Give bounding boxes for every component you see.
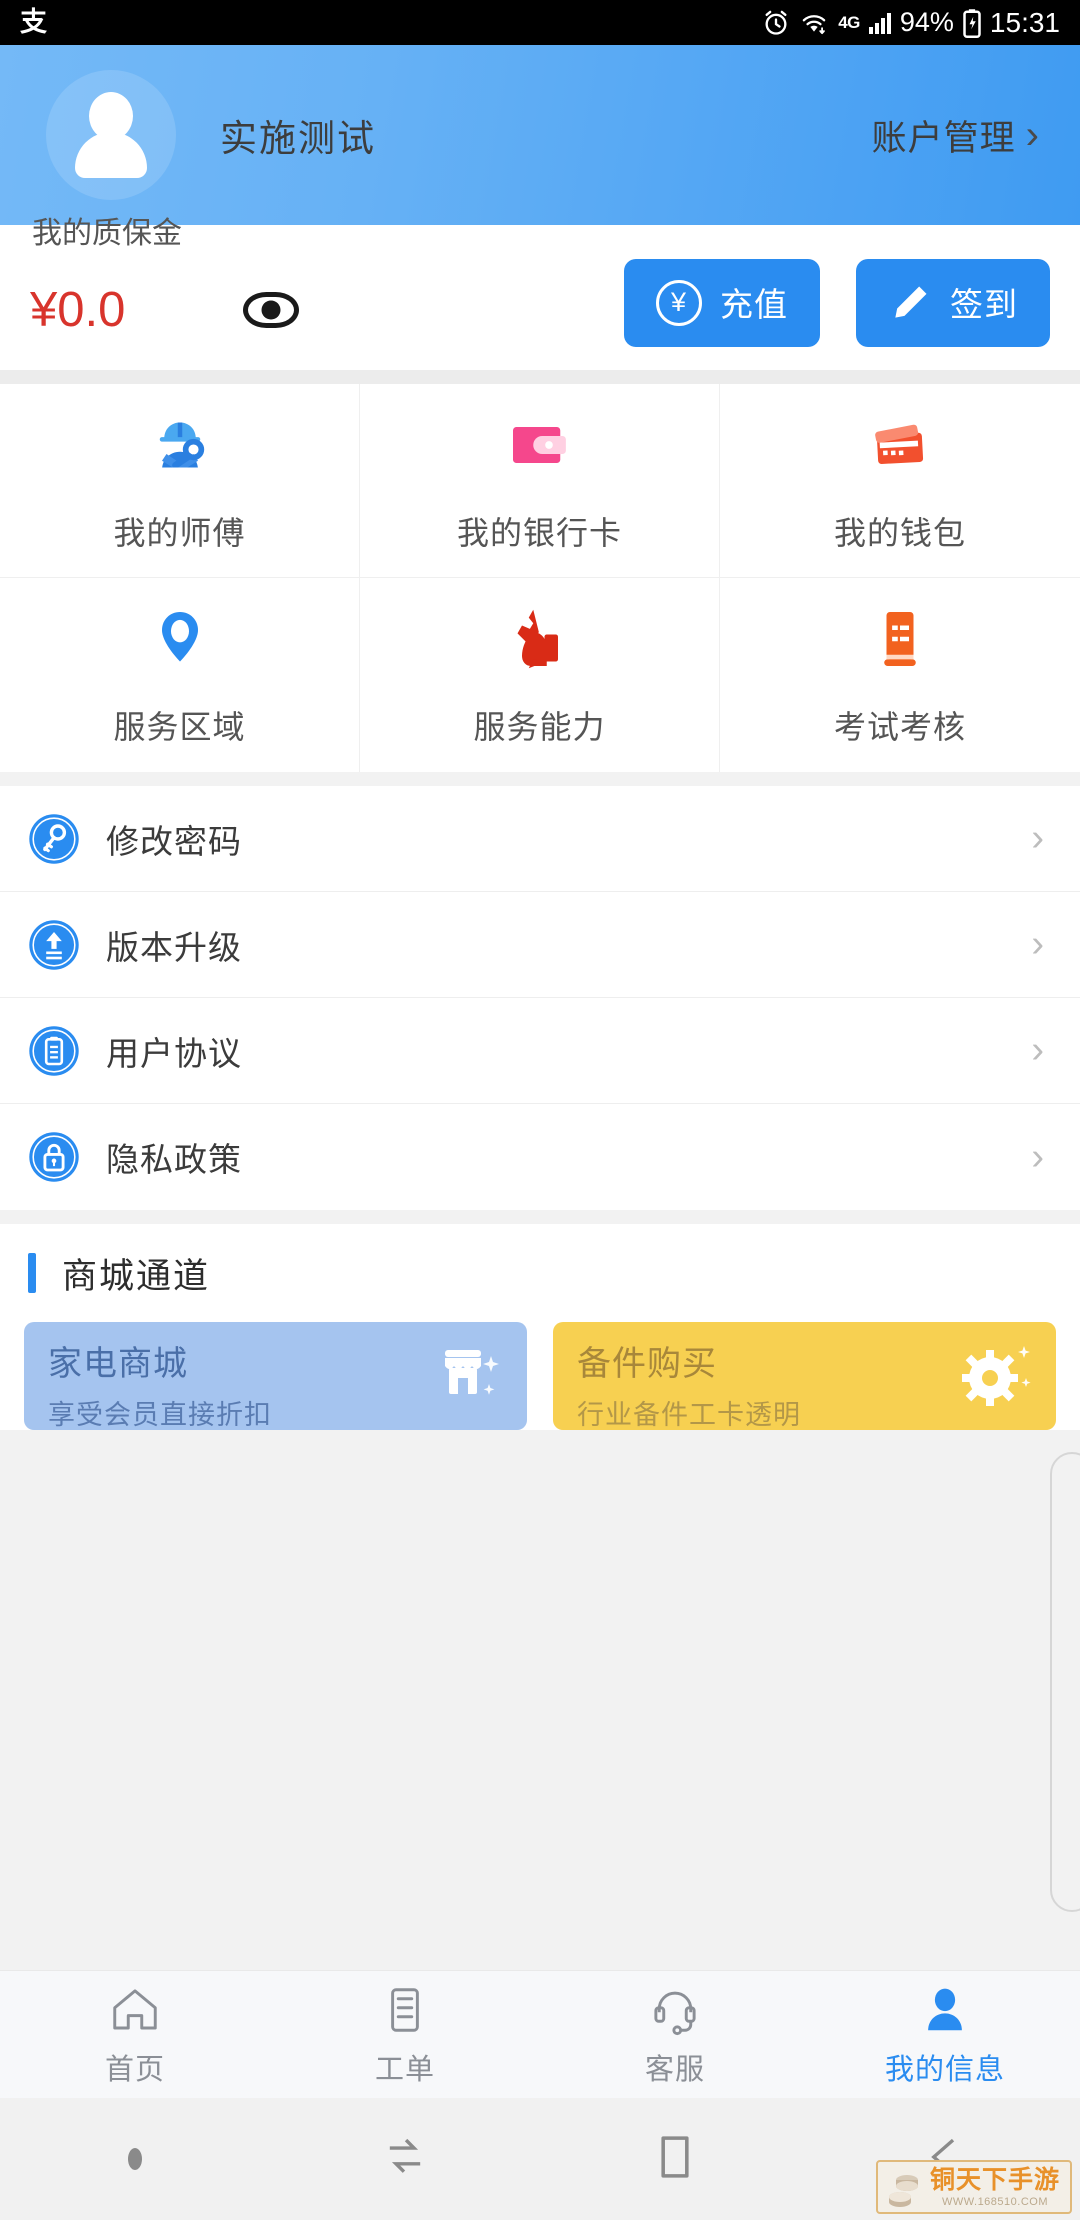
avatar[interactable] bbox=[46, 70, 176, 200]
home-square-icon bbox=[649, 2131, 701, 2188]
grid-item-service-area[interactable]: 服务区域 bbox=[0, 578, 360, 772]
home-icon bbox=[108, 1982, 162, 2038]
android-navigation-bar: 铜天下手游 WWW.168510.COM bbox=[0, 2098, 1080, 2220]
person-icon bbox=[918, 1982, 972, 2038]
tab-home[interactable]: 首页 bbox=[0, 1982, 270, 2088]
tab-my-info[interactable]: 我的信息 bbox=[810, 1982, 1080, 2088]
grid-item-label: 服务区域 bbox=[113, 709, 246, 745]
mall-header: 商城通道 bbox=[0, 1224, 1080, 1322]
sign-in-button[interactable]: 签到 bbox=[856, 258, 1050, 347]
tab-label: 客服 bbox=[644, 2053, 705, 2086]
mall-title: 商城通道 bbox=[62, 1256, 211, 1296]
chevron-right-icon: › bbox=[1031, 1029, 1044, 1071]
list-item-label: 隐私政策 bbox=[106, 1141, 242, 1178]
chevron-right-icon: › bbox=[1025, 112, 1040, 157]
wallet-icon bbox=[504, 408, 576, 482]
upload-circle-icon bbox=[28, 919, 80, 971]
tab-label: 我的信息 bbox=[884, 2053, 1005, 2086]
document-circle-icon bbox=[28, 1025, 80, 1077]
grid-item-label: 我的钱包 bbox=[833, 514, 966, 551]
section-accent-bar bbox=[28, 1253, 36, 1293]
grid-item-label: 我的银行卡 bbox=[456, 514, 622, 551]
grid-item-my-bank-card[interactable]: 我的银行卡 bbox=[360, 384, 720, 578]
tab-label: 工单 bbox=[374, 2053, 435, 2086]
grid-item-service-ability[interactable]: 服务能力 bbox=[360, 578, 720, 772]
yuan-circle-icon: ¥ bbox=[656, 279, 702, 326]
mall-card-appliance-store[interactable]: 家电商城 享受会员直接折扣 bbox=[24, 1322, 527, 1430]
recharge-label: 充值 bbox=[720, 285, 788, 323]
wrench-hand-icon bbox=[504, 602, 576, 676]
grid-item-my-master[interactable]: 我的师傅 bbox=[0, 384, 360, 578]
avatar-person-icon bbox=[72, 92, 150, 178]
battery-percent-label: 94% bbox=[899, 7, 954, 37]
grid-item-my-wallet[interactable]: 我的钱包 bbox=[720, 384, 1080, 578]
account-management-link[interactable]: 账户管理 › bbox=[872, 110, 1046, 161]
grid-item-label: 服务能力 bbox=[473, 709, 606, 745]
status-bar: 支 4G 94% 15:31 bbox=[0, 0, 1080, 45]
grid-item-label: 我的师傅 bbox=[113, 514, 246, 551]
tab-customer-service[interactable]: 客服 bbox=[540, 1982, 810, 2088]
sign-in-label: 签到 bbox=[950, 285, 1018, 323]
scroll-document-icon bbox=[864, 602, 936, 676]
order-icon bbox=[378, 1982, 432, 2038]
grid-item-label: 考试考核 bbox=[833, 709, 966, 745]
tab-work-order[interactable]: 工单 bbox=[270, 1982, 540, 2088]
headset-icon bbox=[648, 1982, 702, 2038]
wifi-icon bbox=[799, 10, 829, 36]
watermark-url: WWW.168510.COM bbox=[941, 2196, 1048, 2208]
settings-list: 修改密码 › 版本升级 › 用户协议 › 隐私政策 › bbox=[0, 786, 1080, 1210]
nav-recents-button[interactable] bbox=[270, 2130, 540, 2189]
list-item-version-upgrade[interactable]: 版本升级 › bbox=[0, 892, 1080, 998]
recents-icon bbox=[378, 2130, 432, 2189]
list-item-label: 版本升级 bbox=[106, 928, 242, 966]
list-item-change-password[interactable]: 修改密码 › bbox=[0, 786, 1080, 892]
nav-dot-indicator[interactable] bbox=[0, 2148, 270, 2170]
mall-cards: 家电商城 享受会员直接折扣 备件购买 行业备件工卡透明 bbox=[0, 1322, 1080, 1430]
grid-item-exam-assessment[interactable]: 考试考核 bbox=[720, 578, 1080, 772]
list-item-user-agreement[interactable]: 用户协议 › bbox=[0, 998, 1080, 1104]
balance-amount: ¥0.0 bbox=[30, 282, 126, 337]
shop-icon bbox=[417, 1328, 509, 1425]
balance-actions: ¥ 充值 签到 bbox=[624, 258, 1050, 347]
clock-label: 15:31 bbox=[989, 6, 1060, 38]
recharge-button[interactable]: ¥ 充值 bbox=[624, 258, 820, 347]
list-item-privacy-policy[interactable]: 隐私政策 › bbox=[0, 1104, 1080, 1210]
battery-charging-icon bbox=[963, 8, 981, 38]
alipay-icon: 支 bbox=[20, 7, 47, 37]
profile-header: 实施测试 账户管理 › bbox=[0, 45, 1080, 225]
map-pin-icon bbox=[144, 602, 216, 676]
lock-circle-icon bbox=[28, 1131, 80, 1183]
cards-icon bbox=[864, 408, 936, 482]
key-circle-icon bbox=[28, 813, 80, 865]
nav-home-button[interactable] bbox=[540, 2131, 810, 2188]
watermark-name: 铜天下手游 bbox=[929, 2166, 1060, 2194]
watermark: 铜天下手游 WWW.168510.COM bbox=[875, 2160, 1072, 2214]
list-item-label: 修改密码 bbox=[106, 822, 242, 860]
mall-section: 商城通道 家电商城 享受会员直接折扣 备件购买 行业备件工卡透明 bbox=[0, 1224, 1080, 1430]
list-item-label: 用户协议 bbox=[106, 1034, 242, 1072]
signal-bars-icon bbox=[868, 12, 891, 34]
chevron-right-icon: › bbox=[1031, 923, 1044, 965]
tab-label: 首页 bbox=[104, 2053, 165, 2086]
pencil-icon bbox=[888, 281, 932, 325]
gear-icon bbox=[946, 1328, 1038, 1425]
account-management-label: 账户管理 bbox=[871, 118, 1016, 158]
chevron-right-icon: › bbox=[1031, 817, 1044, 859]
status-bar-left: 支 bbox=[20, 9, 47, 36]
feature-grid: 我的师傅 我的银行卡 我的钱包 服务区域 服务能力 考试考核 bbox=[0, 384, 1080, 772]
mall-card-parts-purchase[interactable]: 备件购买 行业备件工卡透明 bbox=[553, 1322, 1056, 1430]
toggle-balance-visibility-button[interactable] bbox=[243, 291, 300, 328]
coins-icon bbox=[886, 2169, 922, 2207]
balance-label: 我的质保金 bbox=[32, 217, 182, 250]
worker-helmet-wrench-icon bbox=[144, 408, 216, 482]
balance-section: 我的质保金 ¥0.0 ¥ 充值 签到 bbox=[0, 217, 1080, 370]
bottom-tab-bar: 首页 工单 客服 我的信息 bbox=[0, 1970, 1080, 2098]
network-type-label: 4G bbox=[838, 12, 860, 32]
section-divider bbox=[0, 370, 1080, 384]
floating-panel-edge bbox=[1050, 1452, 1080, 1912]
status-bar-right: 4G 94% 15:31 bbox=[762, 7, 1060, 39]
alarm-icon bbox=[762, 9, 790, 37]
profile-name: 实施测试 bbox=[220, 118, 376, 159]
chevron-right-icon: › bbox=[1031, 1135, 1044, 1178]
